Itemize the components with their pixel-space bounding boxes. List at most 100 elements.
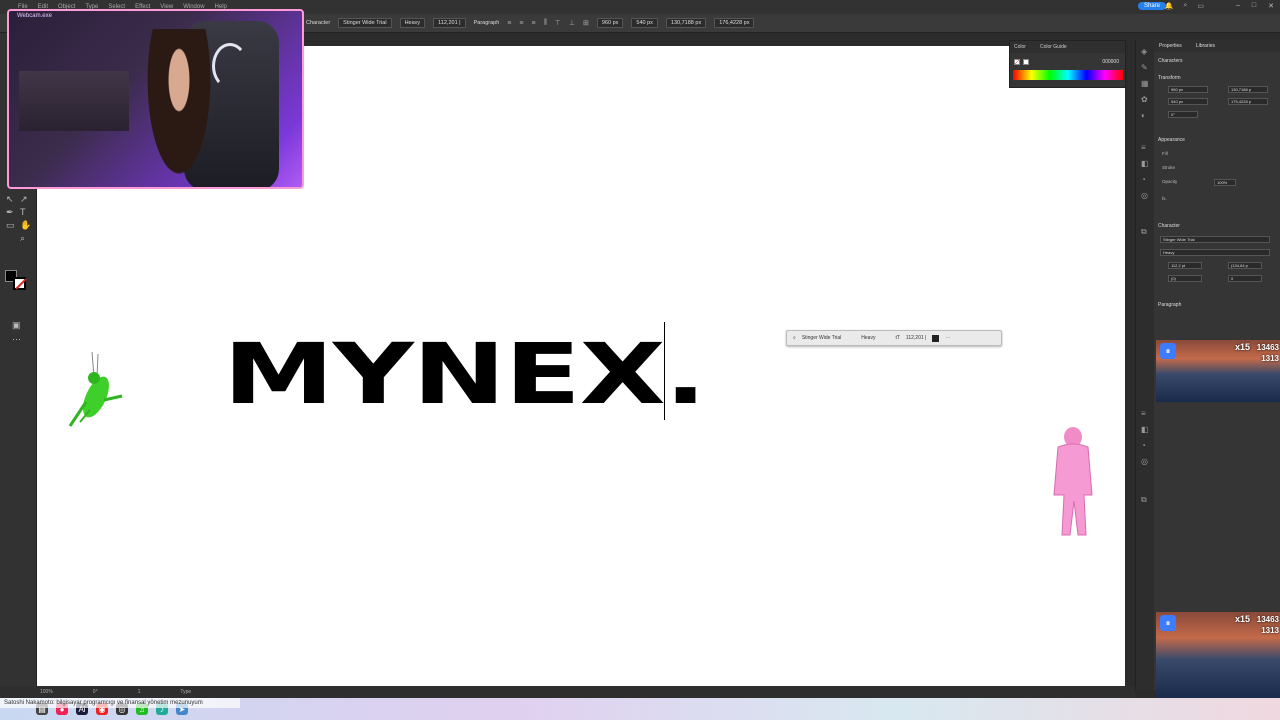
transform-h-field[interactable]: 175,4228 p — [1228, 98, 1268, 105]
transparency-icon-2[interactable]: ◔ — [1141, 442, 1146, 450]
tab-color[interactable]: Color — [1014, 44, 1026, 50]
rotate-view[interactable]: 0° — [93, 689, 98, 695]
none-swatch[interactable] — [1014, 59, 1020, 65]
transform-y-field[interactable]: 540 px — [1168, 98, 1208, 105]
prop-font-family[interactable]: Stinger Wide Trial — [1160, 236, 1270, 243]
align-bottom-icon[interactable]: ⊥ — [569, 19, 575, 27]
game-score-top: 13463 — [1256, 343, 1279, 352]
webcam-title: Webcam.exe — [17, 13, 52, 19]
prop-tracking[interactable]: 0 — [1228, 275, 1262, 282]
prop-leading[interactable]: (134,64 p — [1228, 262, 1262, 269]
share-button[interactable]: Share — [1137, 2, 1166, 10]
font-style-select[interactable]: Heavy — [399, 18, 426, 28]
search-icon[interactable]: ⌕ — [1183, 2, 1187, 10]
type-tool-icon[interactable]: T — [20, 208, 26, 217]
screen-mode-icon[interactable]: ▣ — [12, 321, 21, 330]
ctx-fill-swatch[interactable] — [932, 334, 940, 342]
opacity-row-label[interactable]: Opacity — [1162, 179, 1177, 184]
game-score-top-2: 13463 — [1256, 615, 1279, 624]
fx-label[interactable]: fx. — [1162, 196, 1167, 201]
artboard-text[interactable]: MYNEX. — [223, 332, 707, 416]
y-field[interactable]: 540 px — [631, 18, 658, 28]
appearance-heading: Appearance — [1158, 137, 1185, 143]
pathfinder-icon-2[interactable]: ◧ — [1141, 426, 1149, 434]
ctx-font-size-icon: tT — [895, 335, 900, 341]
transparency-icon[interactable]: ◔ — [1141, 176, 1146, 184]
align-panel-icon-2[interactable]: ≡ — [1141, 410, 1146, 418]
direct-selection-tool-icon[interactable]: ↗ — [20, 195, 28, 204]
zoom-tool-icon[interactable]: ⌕ — [20, 234, 25, 243]
align-panel-icon[interactable]: ≡ — [1141, 144, 1146, 152]
tab-libraries[interactable]: Libraries — [1196, 43, 1215, 49]
swatches-icon[interactable]: ▦ — [1141, 80, 1149, 88]
appearance-icon-2[interactable]: ◎ — [1141, 458, 1148, 466]
game-overlay-top: ⏸ x15 13463 1313 — [1156, 340, 1280, 402]
fill-row-label[interactable]: Fill — [1162, 151, 1168, 156]
rotate-field[interactable]: 0° — [1168, 111, 1198, 118]
align-center-icon[interactable]: ≡ — [519, 20, 523, 27]
rectangle-tool-icon[interactable]: ▭ — [6, 221, 15, 230]
transform-icon[interactable]: ⊞ — [583, 19, 589, 27]
ctx-font-family[interactable]: Stinger Wide Trial — [802, 335, 841, 341]
ctx-search-icon[interactable]: ⌕ — [793, 335, 796, 341]
artboards-icon-2[interactable]: ⧉ — [1141, 496, 1147, 504]
ctx-font-style[interactable]: Heavy — [861, 335, 875, 341]
align-top-icon[interactable]: ⊤ — [555, 19, 561, 27]
white-swatch[interactable] — [1023, 59, 1029, 65]
zoom-level[interactable]: 100% — [40, 689, 53, 695]
stroke-row-label[interactable]: Stroke — [1162, 165, 1175, 170]
x-field[interactable]: 960 px — [596, 18, 624, 28]
maximize-icon[interactable]: □ — [1252, 2, 1256, 10]
w-field[interactable]: 130,7188 px — [665, 18, 707, 28]
control-paragraph-label[interactable]: Paragraph — [474, 20, 500, 26]
tab-color-guide[interactable]: Color Guide — [1040, 44, 1067, 50]
ctx-font-size[interactable]: 112,201 | — [906, 335, 926, 341]
font-size-field[interactable]: 112,201 | — [433, 18, 466, 28]
color-panel: Color Color Guide 000000 — [1009, 40, 1126, 88]
stroke-swatch[interactable] — [13, 277, 26, 290]
artboard-number[interactable]: 1 — [138, 689, 141, 695]
pause-icon[interactable]: ⏸ — [1160, 343, 1176, 359]
selection-tool-icon[interactable]: ↖ — [6, 195, 14, 204]
align-right-icon[interactable]: ≡ — [531, 20, 535, 27]
game-score-bottom-2: 1313 — [1261, 626, 1279, 635]
h-field[interactable]: 176,4228 px — [714, 18, 755, 28]
hand-tool-icon[interactable]: ✋ — [20, 221, 31, 230]
webcam-background — [19, 71, 129, 131]
hex-field[interactable]: 000000 — [1102, 59, 1119, 65]
chat-ticker: Satoshi Nakamoto: bilgisayar programcıgı… — [0, 698, 240, 708]
prop-font-size[interactable]: 112,2 pt — [1168, 262, 1202, 269]
brush-icon[interactable]: ✎ — [1141, 64, 1148, 72]
ctx-more-icon[interactable]: ⋯ — [945, 335, 950, 341]
transform-w-field[interactable]: 130,7188 p — [1228, 86, 1268, 93]
align-left-icon[interactable]: ≡ — [507, 20, 511, 27]
pen-tool-icon[interactable]: ✒ — [6, 208, 14, 217]
color-spectrum[interactable] — [1013, 70, 1123, 80]
opacity-field[interactable]: 100% — [1214, 179, 1236, 186]
control-character-label[interactable]: Character — [306, 20, 330, 26]
prop-font-style[interactable]: Heavy — [1160, 249, 1270, 256]
artboards-icon[interactable]: ⧉ — [1141, 228, 1147, 236]
game-score-2: 13463 1313 — [1257, 614, 1279, 636]
symbols-icon[interactable]: ✿ — [1141, 96, 1148, 104]
appearance-icon[interactable]: ◎ — [1141, 192, 1148, 200]
panel-icon-strip: ◈ ✎ ▦ ✿ ◐ ≡ ◧ ◔ ◎ ⧉ ≡ ◧ ◔ ◎ ⧉ — [1135, 40, 1154, 690]
transform-x-field[interactable]: 960 px — [1168, 86, 1208, 93]
distribute-icon[interactable]: ⫼ — [544, 19, 547, 27]
bell-icon[interactable]: 🔔 — [1165, 2, 1174, 10]
top-icons: 🔔 ⌕ ▭ — [1165, 2, 1204, 10]
pause-icon-2[interactable]: ⏸ — [1160, 615, 1176, 631]
tab-properties[interactable]: Properties — [1159, 43, 1182, 49]
graphic-styles-icon[interactable]: ◐ — [1141, 112, 1146, 120]
paragraph-heading: Paragraph — [1158, 302, 1182, 308]
game-multiplier: x15 — [1234, 342, 1250, 352]
layers-icon[interactable]: ◈ — [1141, 48, 1147, 56]
prop-kerning[interactable]: (0) — [1168, 275, 1202, 282]
more-tools-icon[interactable]: ⋯ — [12, 335, 21, 344]
color-chips — [1014, 59, 1029, 65]
minimize-icon[interactable]: – — [1236, 2, 1240, 10]
close-icon[interactable]: ✕ — [1268, 2, 1274, 10]
pathfinder-icon[interactable]: ◧ — [1141, 160, 1149, 168]
font-family-select[interactable]: Stinger Wide Trial — [338, 18, 392, 28]
arrange-icon[interactable]: ▭ — [1197, 2, 1204, 10]
